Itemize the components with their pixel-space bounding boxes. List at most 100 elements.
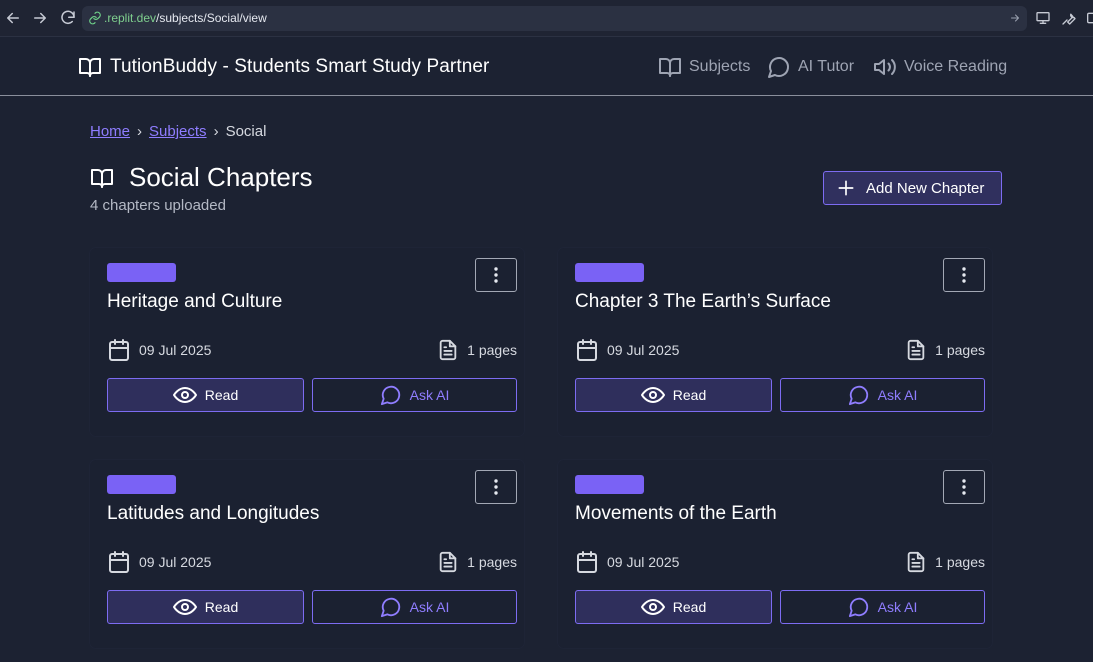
read-label: Read: [672, 599, 707, 615]
read-button[interactable]: Read: [575, 590, 772, 624]
document-icon: [439, 551, 457, 573]
breadcrumb-separator: ›: [213, 123, 219, 140]
chapter-pages-text: 1 pages: [935, 342, 985, 358]
page-title: Social Chapters: [129, 162, 313, 192]
chapter-date-text: 09 Jul 2025: [607, 342, 680, 358]
app-header: TutionBuddy - Students Smart Study Partn…: [0, 37, 1093, 96]
chapter-title: Movements of the Earth: [575, 503, 777, 524]
nav-subjects-label: Subjects: [689, 58, 751, 75]
ask-ai-button[interactable]: Ask AI: [312, 590, 517, 624]
url-host: .replit.dev: [104, 11, 157, 25]
ask-ai-button[interactable]: Ask AI: [780, 590, 985, 624]
chapter-menu-button[interactable]: [475, 258, 517, 292]
brand[interactable]: TutionBuddy - Students Smart Study Partn…: [78, 54, 489, 80]
more-vertical-icon: [494, 479, 498, 495]
add-new-chapter-label: Add New Chapter: [866, 179, 985, 197]
brand-title: TutionBuddy - Students Smart Study Partn…: [110, 56, 490, 77]
chapter-date-text: 09 Jul 2025: [139, 342, 212, 358]
chapter-count: 4 chapters uploaded: [90, 197, 226, 214]
back-arrow-icon[interactable]: [4, 9, 22, 27]
chapter-pages-text: 1 pages: [467, 342, 517, 358]
document-icon: [907, 339, 925, 361]
ask-ai-label: Ask AI: [409, 387, 450, 403]
chapter-pages: 1 pages: [905, 338, 985, 362]
ask-ai-label: Ask AI: [877, 599, 918, 615]
chat-bubble-icon: [848, 597, 868, 618]
read-label: Read: [204, 599, 239, 615]
chapter-tag: [575, 475, 644, 494]
document-icon: [907, 551, 925, 573]
read-label: Read: [204, 387, 239, 403]
chapter-date: 09 Jul 2025: [575, 338, 679, 362]
ask-ai-label: Ask AI: [877, 387, 918, 403]
chapter-date: 09 Jul 2025: [575, 550, 679, 574]
chat-bubble-icon: [380, 597, 400, 618]
eye-icon: [172, 386, 197, 404]
chapter-card: Movements of the Earth 09 Jul 2025 1 pag…: [558, 460, 992, 648]
eye-icon: [172, 598, 197, 616]
chat-bubble-icon: [768, 57, 789, 78]
more-vertical-icon: [962, 267, 966, 283]
chapter-pages: 1 pages: [437, 550, 517, 574]
breadcrumb-separator: ›: [137, 123, 143, 140]
chapter-menu-button[interactable]: [943, 258, 985, 292]
read-label: Read: [672, 387, 707, 403]
forward-arrow-icon[interactable]: [31, 9, 49, 27]
breadcrumb-home-link[interactable]: Home: [90, 123, 130, 140]
chapter-tag: [575, 263, 644, 282]
breadcrumb-subjects-link[interactable]: Subjects: [149, 123, 207, 140]
chapter-card: Heritage and Culture 09 Jul 2025 1 pages…: [90, 248, 524, 436]
more-vertical-icon: [962, 479, 966, 495]
link-icon: [89, 11, 101, 25]
wrench-icon[interactable]: [1061, 10, 1077, 26]
add-new-chapter-button[interactable]: Add New Chapter: [823, 171, 1002, 205]
browser-toolbar: .replit.dev/subjects/Social/view: [0, 0, 1093, 37]
chapter-tag: [107, 263, 176, 282]
chapter-date-text: 09 Jul 2025: [139, 554, 212, 570]
eye-icon: [640, 598, 665, 616]
monitor-icon[interactable]: [1035, 10, 1051, 26]
nav-subjects[interactable]: Subjects: [658, 55, 750, 79]
open-book-icon: [91, 168, 113, 188]
chapter-date: 09 Jul 2025: [107, 338, 211, 362]
chapter-tag: [107, 475, 176, 494]
url-path: /subjects/Social/view: [156, 11, 267, 25]
chapter-date: 09 Jul 2025: [107, 550, 211, 574]
chapter-title: Chapter 3 The Earth’s Surface: [575, 291, 831, 312]
calendar-icon: [109, 551, 129, 573]
more-vertical-icon: [494, 267, 498, 283]
breadcrumb: Home › Subjects › Social: [90, 123, 266, 140]
read-button[interactable]: Read: [107, 378, 304, 412]
chapter-pages: 1 pages: [437, 338, 517, 362]
read-button[interactable]: Read: [575, 378, 772, 412]
chapter-pages: 1 pages: [905, 550, 985, 574]
chapter-menu-button[interactable]: [943, 470, 985, 504]
nav-voice-reading-label: Voice Reading: [904, 58, 1008, 75]
calendar-icon: [577, 339, 597, 361]
ask-ai-label: Ask AI: [409, 599, 450, 615]
chapter-menu-button[interactable]: [475, 470, 517, 504]
chapter-pages-text: 1 pages: [467, 554, 517, 570]
plus-icon: [838, 180, 854, 196]
ask-ai-button[interactable]: Ask AI: [780, 378, 985, 412]
nav-ai-tutor[interactable]: AI Tutor: [767, 55, 854, 79]
ask-ai-button[interactable]: Ask AI: [312, 378, 517, 412]
address-bar[interactable]: .replit.dev/subjects/Social/view: [82, 6, 1027, 31]
chapter-pages-text: 1 pages: [935, 554, 985, 570]
tab-icon[interactable]: [1085, 10, 1093, 26]
speaker-icon: [874, 59, 896, 75]
chapter-title: Latitudes and Longitudes: [107, 503, 320, 524]
breadcrumb-current: Social: [225, 123, 267, 140]
go-arrow-icon[interactable]: [1009, 12, 1021, 24]
page-title-row: Social Chapters: [90, 162, 313, 193]
reload-icon[interactable]: [59, 9, 77, 27]
eye-icon: [640, 386, 665, 404]
url-text: .replit.dev/subjects/Social/view: [104, 11, 267, 26]
nav-voice-reading[interactable]: Voice Reading: [873, 55, 1007, 79]
book-icon: [659, 58, 681, 77]
nav-ai-tutor-label: AI Tutor: [798, 58, 855, 75]
chat-bubble-icon: [380, 385, 400, 406]
chapter-card: Latitudes and Longitudes 09 Jul 2025 1 p…: [90, 460, 524, 648]
read-button[interactable]: Read: [107, 590, 304, 624]
calendar-icon: [109, 339, 129, 361]
